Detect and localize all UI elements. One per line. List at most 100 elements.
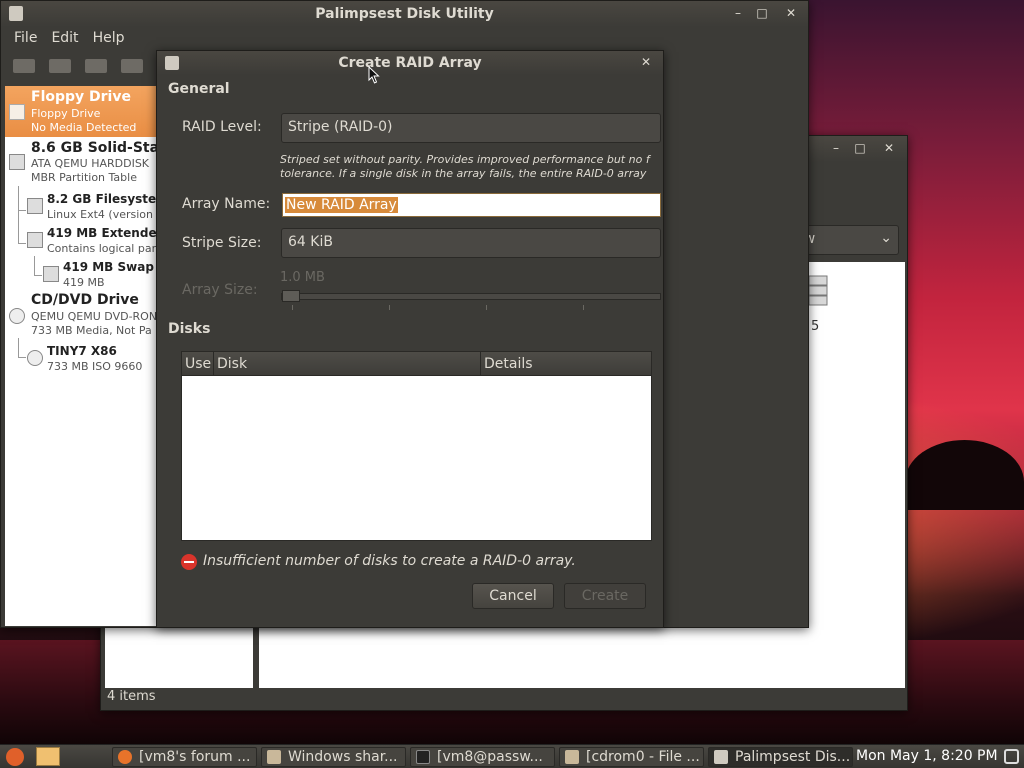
device-status: No Media Detected	[31, 121, 137, 134]
taskbar-item-terminal[interactable]: [vm8@passw...	[410, 747, 555, 767]
workspace-icon[interactable]	[36, 747, 60, 766]
disks-list-header: Use Disk Details	[182, 352, 651, 376]
partition-icon	[27, 232, 43, 248]
slider-tick	[583, 305, 584, 310]
stripe-size-combo[interactable]: 64 KiB	[281, 228, 661, 258]
close-button[interactable]: ✕	[880, 140, 898, 156]
mouse-cursor-icon	[368, 66, 380, 84]
array-size-label: Array Size:	[182, 282, 258, 298]
sidebar-item-disc[interactable]: TINY7 X86 733 MB ISO 9660	[5, 342, 156, 374]
stripe-size-label: Stripe Size:	[182, 235, 262, 251]
toolbar-drive-icon[interactable]	[13, 59, 35, 73]
partition-icon	[43, 266, 59, 282]
column-separator	[480, 352, 481, 376]
sidebar-item-partition-swap[interactable]: 419 MB Swap S 419 MB	[5, 258, 156, 290]
taskbar-item-firefox[interactable]: [vm8's forum ...	[112, 747, 257, 767]
raid-level-value: Stripe (RAID-0)	[288, 119, 393, 135]
device-status: MBR Partition Table	[31, 171, 137, 184]
firefox-icon	[118, 750, 132, 764]
column-disk[interactable]: Disk	[217, 356, 247, 372]
sidebar-item-harddisk[interactable]: 8.6 GB Solid-Sta ATA QEMU HARDDISK MBR P…	[5, 140, 156, 184]
sidebar-item-partition-extended[interactable]: 419 MB Extended Contains logical par	[5, 224, 156, 256]
power-icon[interactable]	[1004, 749, 1019, 764]
chevron-down-icon: ⌄	[880, 230, 892, 246]
device-description: ATA QEMU HARDDISK	[31, 157, 150, 170]
window-title: Palimpsest Disk Utility	[315, 6, 494, 22]
array-name-value: New RAID Array	[285, 197, 398, 213]
raid-level-hint-1: Striped set without parity. Provides imp…	[280, 153, 650, 166]
cancel-label: Cancel	[489, 588, 537, 604]
menu-file[interactable]: File	[14, 30, 37, 46]
taskbar-label: Palimpsest Dis...	[735, 749, 851, 765]
device-description: 419 MB	[63, 276, 105, 289]
cancel-button[interactable]: Cancel	[472, 583, 554, 609]
view-combo[interactable]: View ⌄	[782, 225, 899, 255]
sidebar-item-partition-ext4[interactable]: 8.2 GB Filesysten Linux Ext4 (version	[5, 190, 156, 222]
sidebar-item-floppy[interactable]: Floppy Drive Floppy Drive No Media Detec…	[5, 86, 156, 137]
stripe-size-value: 64 KiB	[288, 234, 333, 250]
column-use[interactable]: Use	[185, 356, 211, 372]
taskbar-label: [vm8@passw...	[437, 749, 543, 765]
device-description: Floppy Drive	[31, 107, 101, 120]
disc-icon	[27, 350, 43, 366]
device-description: 733 MB ISO 9660	[47, 360, 143, 373]
raid-level-hint-2: tolerance. If a single disk in the array…	[280, 167, 647, 180]
error-icon	[181, 554, 197, 570]
disk-utility-icon	[714, 750, 728, 764]
slider-tick	[292, 305, 293, 310]
maximize-button[interactable]: □	[753, 5, 771, 21]
menu-help[interactable]: Help	[93, 30, 125, 46]
taskbar-label: [cdrom0 - File ...	[586, 749, 700, 765]
raid-level-label: RAID Level:	[182, 119, 262, 135]
device-name: 419 MB Extended	[47, 226, 156, 240]
floppy-icon	[9, 104, 25, 120]
slider-tick	[389, 305, 390, 310]
places-pane	[105, 626, 253, 688]
close-button[interactable]: ✕	[782, 5, 800, 21]
menu-edit[interactable]: Edit	[51, 30, 78, 46]
error-message: Insufficient number of disks to create a…	[203, 553, 576, 569]
dialog-titlebar: Create RAID Array ✕	[157, 51, 663, 75]
device-name: TINY7 X86	[47, 344, 117, 358]
array-name-label: Array Name:	[182, 196, 271, 212]
taskbar-item-palimpsest[interactable]: Palimpsest Dis...	[708, 747, 853, 767]
taskbar-item-cdrom[interactable]: [cdrom0 - File ...	[559, 747, 704, 767]
maximize-button[interactable]: □	[851, 140, 869, 156]
minimize-button[interactable]: –	[827, 140, 845, 156]
array-size-value: 1.0 MB	[280, 270, 325, 285]
device-name: 419 MB Swap S	[63, 260, 156, 274]
device-name: CD/DVD Drive	[31, 292, 139, 308]
device-status: 733 MB Media, Not Pa	[31, 324, 152, 337]
optical-drive-icon	[9, 308, 25, 324]
minimize-button[interactable]: –	[729, 5, 747, 21]
toolbar-drive-icon[interactable]	[85, 59, 107, 73]
toolbar-drive-icon[interactable]	[121, 59, 143, 73]
folder-icon	[565, 750, 579, 764]
drive-icon[interactable]	[807, 274, 829, 308]
menubar: File Edit Help	[1, 27, 808, 49]
general-heading: General	[168, 81, 230, 97]
raid-level-combo[interactable]: Stripe (RAID-0)	[281, 113, 661, 143]
close-button[interactable]: ✕	[637, 54, 655, 70]
status-bar-text: 4 items	[107, 689, 156, 704]
array-size-slider-handle[interactable]	[282, 290, 300, 302]
toolbar-drive-icon[interactable]	[49, 59, 71, 73]
create-button[interactable]: Create	[564, 583, 646, 609]
drive-label: 5	[811, 319, 820, 334]
create-raid-dialog: Create RAID Array ✕ General RAID Level: …	[156, 50, 664, 628]
taskbar-item-windows-share[interactable]: Windows shar...	[261, 747, 406, 767]
disks-list[interactable]: Use Disk Details	[181, 351, 652, 541]
show-desktop-icon[interactable]	[6, 748, 24, 766]
column-details[interactable]: Details	[484, 356, 533, 372]
array-name-field[interactable]: New RAID Array	[282, 193, 661, 217]
sidebar-item-cdrom[interactable]: CD/DVD Drive QEMU QEMU DVD-RON 733 MB Me…	[5, 292, 156, 338]
folder-icon	[267, 750, 281, 764]
disk-utility-titlebar: Palimpsest Disk Utility – □ ✕	[1, 1, 808, 27]
array-size-slider[interactable]	[281, 293, 661, 300]
slider-tick	[486, 305, 487, 310]
device-name: 8.2 GB Filesysten	[47, 192, 156, 206]
partition-icon	[27, 198, 43, 214]
disks-heading: Disks	[168, 321, 211, 337]
device-name: 8.6 GB Solid-Sta	[31, 140, 156, 156]
clock[interactable]: Mon May 1, 8:20 PM	[856, 748, 998, 764]
